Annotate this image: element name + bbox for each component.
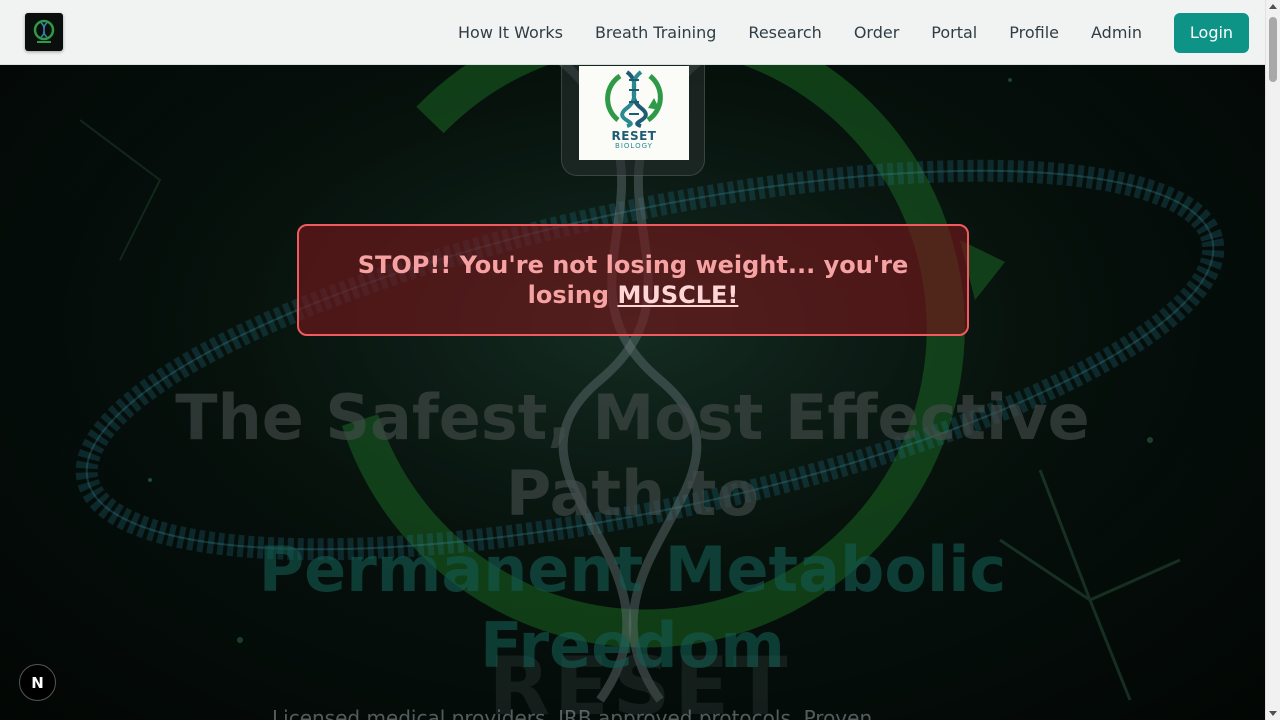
brand-logo[interactable] [25,13,63,51]
nav-link-research[interactable]: Research [748,23,821,42]
scroll-thumb[interactable] [1269,17,1277,82]
warning-banner-emphasis: MUSCLE! [617,281,739,309]
scroll-down-icon[interactable] [1269,711,1277,716]
nav-link-how-it-works[interactable]: How It Works [458,23,563,42]
nav-link-portal[interactable]: Portal [931,23,977,42]
hero-subtext: Licensed medical providers. IRB approved… [272,706,873,720]
hero-headline-line2: Permanent Metabolic Freedom [258,533,1007,682]
nav-link-order[interactable]: Order [854,23,899,42]
hero-headline-line1: The Safest, Most Effective Path to [175,381,1090,530]
hero-logo: RESET BIOLOGY [579,66,689,160]
nav-link-profile[interactable]: Profile [1009,23,1059,42]
warning-banner: STOP!! You're not losing weight... you'r… [297,224,969,336]
login-button[interactable]: Login [1174,12,1249,53]
nav-link-breath-training[interactable]: Breath Training [595,23,716,42]
top-navbar: How It Works Breath Training Research Or… [0,0,1265,65]
nav-link-admin[interactable]: Admin [1091,23,1142,42]
nav-links: How It Works Breath Training Research Or… [458,0,1249,65]
logo-subword: BIOLOGY [615,142,653,150]
hero-headline: The Safest, Most Effective Path to Perma… [140,380,1125,684]
dna-logo-icon [33,19,55,43]
dna-recycle-icon [605,70,663,128]
warning-banner-text: STOP!! You're not losing weight... you'r… [333,250,933,310]
scroll-up-icon[interactable] [1269,4,1277,9]
nextjs-dev-badge-label: N [31,673,44,692]
logo-word: RESET [611,129,657,143]
nextjs-dev-badge[interactable]: N [19,664,56,701]
page-scrollbar[interactable] [1265,0,1280,720]
